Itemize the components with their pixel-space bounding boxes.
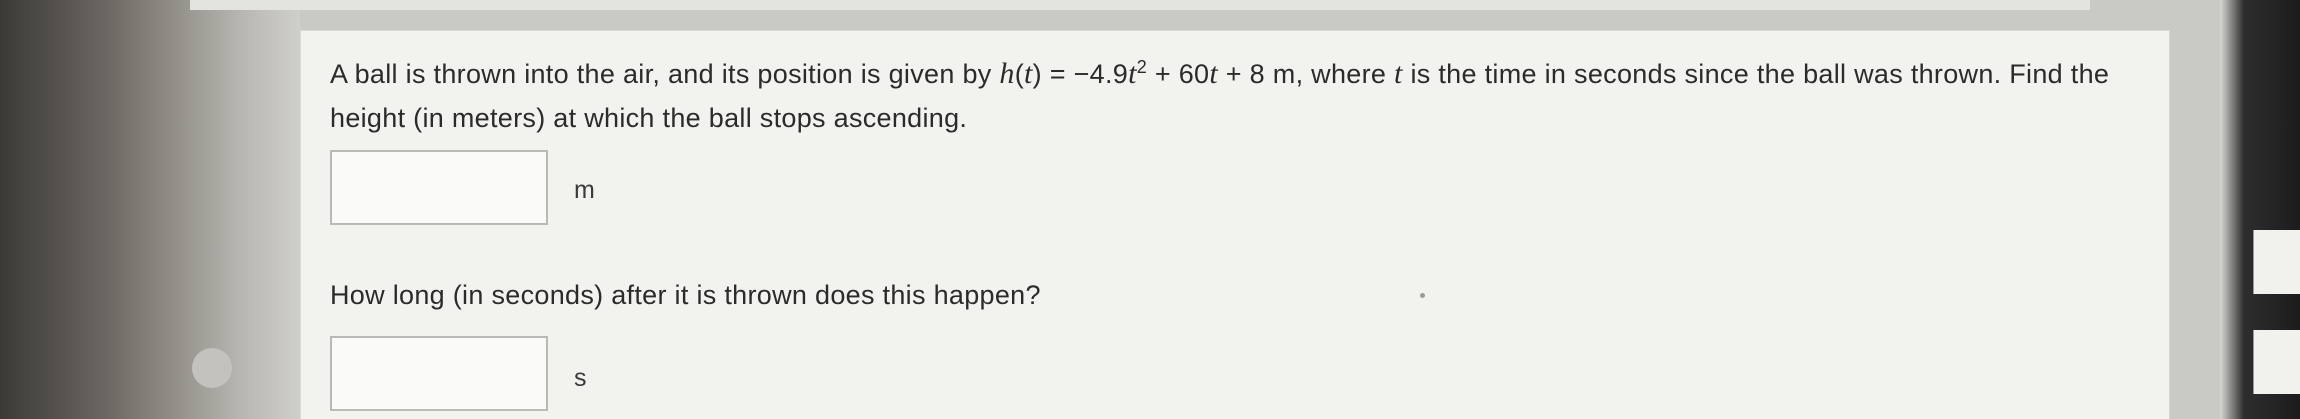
side-tab[interactable]: [2253, 330, 2300, 394]
variable-t: t: [1394, 57, 1403, 90]
equation-part: + 60: [1147, 59, 1210, 89]
height-unit: m: [574, 176, 595, 204]
top-bar: [190, 0, 2090, 10]
function-name: h: [999, 57, 1015, 90]
equation-part: + 8 m, where: [1218, 59, 1395, 89]
question-text-part: A ball is thrown into the air, and its p…: [330, 59, 1000, 89]
time-unit: s: [574, 364, 587, 392]
background-mark: [192, 348, 232, 388]
variable-t: t: [1209, 57, 1218, 90]
variable-t: t: [1128, 57, 1137, 90]
function-arg: t: [1023, 57, 1033, 90]
stray-dot: [1420, 293, 1425, 298]
exponent: 2: [1136, 57, 1148, 77]
question-2-text: How long (in seconds) after it is thrown…: [330, 280, 1041, 310]
height-answer-input[interactable]: [330, 150, 548, 225]
left-background: [0, 0, 300, 419]
equation-part: = −4.9: [1041, 59, 1129, 89]
question-text: A ball is thrown into the air, and its p…: [330, 57, 2110, 133]
time-answer-input[interactable]: [330, 336, 548, 411]
side-tab[interactable]: [2253, 230, 2300, 294]
